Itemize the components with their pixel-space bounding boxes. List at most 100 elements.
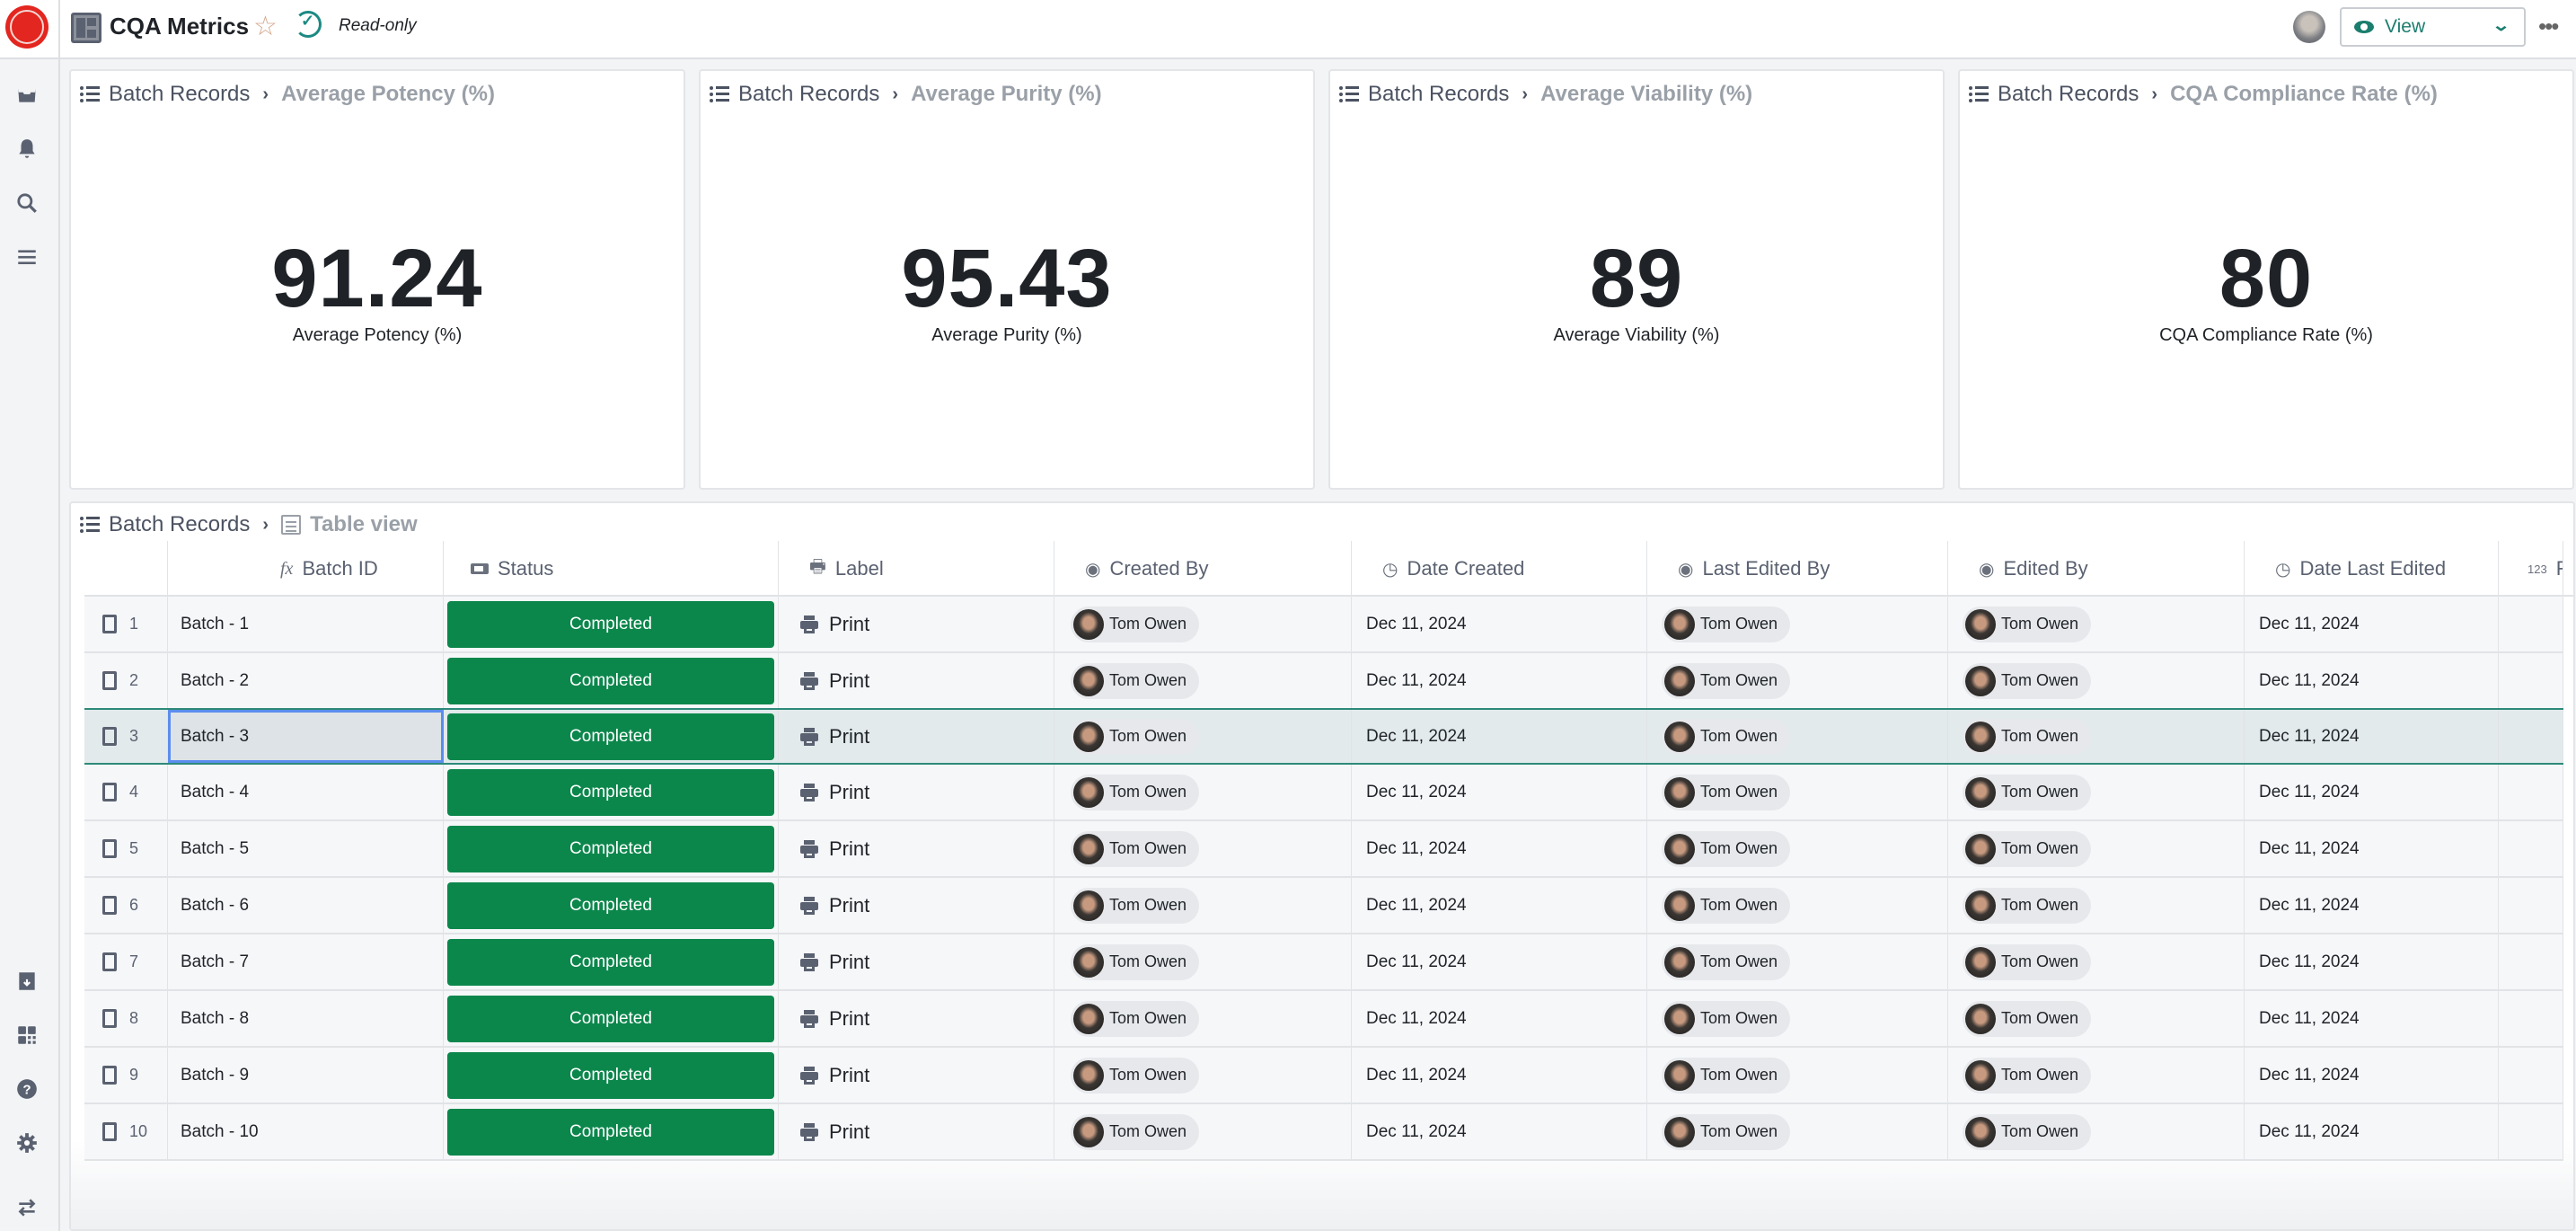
inbox-icon[interactable] [14,83,40,108]
table-row[interactable]: 10 Batch - 10 Completed Print Tom Owen D… [84,1104,2563,1161]
status-cell[interactable]: Completed [444,1048,779,1103]
print-button[interactable]: Print [829,1064,869,1087]
star-icon[interactable]: ☆ [253,11,278,42]
document-icon[interactable] [102,1066,117,1085]
document-icon[interactable] [102,1009,117,1028]
date-created-cell[interactable]: Dec 11, 2024 [1352,934,1647,989]
breadcrumb-root[interactable]: Batch Records [109,82,250,107]
row-number-cell[interactable]: 6 [84,878,168,933]
label-cell[interactable]: Print [779,991,1054,1046]
label-cell[interactable]: Print [779,597,1054,651]
batch-id-cell[interactable]: Batch - 5 [168,821,444,876]
row-number-cell[interactable]: 3 [84,710,168,763]
print-button[interactable]: Print [829,669,869,693]
date-last-edited-cell[interactable]: Dec 11, 2024 [2245,765,2499,819]
batch-id-cell[interactable]: Batch - 3 [168,710,444,763]
document-icon[interactable] [102,952,117,971]
edited-by-cell[interactable]: Tom Owen [1948,1048,2245,1103]
label-cell[interactable]: Print [779,710,1054,763]
truncated-cell[interactable] [2499,653,2563,708]
status-cell[interactable]: Completed [444,934,779,989]
edited-by-cell[interactable]: Tom Owen [1948,1104,2245,1159]
row-number-cell[interactable]: 7 [84,934,168,989]
batch-id-cell[interactable]: Batch - 7 [168,934,444,989]
date-created-cell[interactable]: Dec 11, 2024 [1352,1104,1647,1159]
row-number-cell[interactable]: 4 [84,765,168,819]
created-by-cell[interactable]: Tom Owen [1054,1048,1352,1103]
status-cell[interactable]: Completed [444,878,779,933]
print-button[interactable]: Print [829,1007,869,1031]
date-last-edited-cell[interactable]: Dec 11, 2024 [2245,878,2499,933]
date-last-edited-cell[interactable]: Dec 11, 2024 [2245,934,2499,989]
table-row[interactable]: 5 Batch - 5 Completed Print Tom Owen Dec… [84,821,2563,878]
created-by-cell[interactable]: Tom Owen [1054,1104,1352,1159]
created-by-cell[interactable]: Tom Owen [1054,710,1352,763]
last-edited-by-cell[interactable]: Tom Owen [1647,1104,1948,1159]
table-row[interactable]: 4 Batch - 4 Completed Print Tom Owen Dec… [84,765,2563,821]
column-header-truncated[interactable]: 123 F [2499,541,2563,597]
last-edited-by-cell[interactable]: Tom Owen [1647,710,1948,763]
print-button[interactable]: Print [829,781,869,804]
truncated-cell[interactable] [2499,991,2563,1046]
label-cell[interactable]: Print [779,821,1054,876]
edited-by-cell[interactable]: Tom Owen [1948,653,2245,708]
batch-id-cell[interactable]: Batch - 4 [168,765,444,819]
truncated-cell[interactable] [2499,597,2563,651]
label-cell[interactable]: Print [779,653,1054,708]
print-button[interactable]: Print [829,725,869,748]
status-cell[interactable]: Completed [444,765,779,819]
column-header-label[interactable]: 🖶 Label [779,541,1054,597]
swap-icon[interactable] [14,1195,40,1220]
edited-by-cell[interactable]: Tom Owen [1948,710,2245,763]
created-by-cell[interactable]: Tom Owen [1054,821,1352,876]
status-cell[interactable]: Completed [444,597,779,651]
table-row[interactable]: 1 Batch - 1 Completed Print Tom Owen Dec… [84,597,2563,653]
date-last-edited-cell[interactable]: Dec 11, 2024 [2245,821,2499,876]
view-mode-dropdown[interactable]: View ⌄ [2340,7,2526,47]
print-button[interactable]: Print [829,613,869,636]
row-number-cell[interactable]: 10 [84,1104,168,1159]
last-edited-by-cell[interactable]: Tom Owen [1647,878,1948,933]
status-cell[interactable]: Completed [444,710,779,763]
last-edited-by-cell[interactable]: Tom Owen [1647,934,1948,989]
batch-id-cell[interactable]: Batch - 6 [168,878,444,933]
date-last-edited-cell[interactable]: Dec 11, 2024 [2245,653,2499,708]
batch-id-cell[interactable]: Batch - 9 [168,1048,444,1103]
batch-id-cell[interactable]: Batch - 10 [168,1104,444,1159]
truncated-cell[interactable] [2499,934,2563,989]
date-created-cell[interactable]: Dec 11, 2024 [1352,653,1647,708]
truncated-cell[interactable] [2499,765,2563,819]
date-created-cell[interactable]: Dec 11, 2024 [1352,878,1647,933]
column-header-edited-by[interactable]: ◉ Edited By [1948,541,2245,597]
table-row[interactable]: 3 Batch - 3 Completed Print Tom Owen Dec… [84,708,2563,765]
date-created-cell[interactable]: Dec 11, 2024 [1352,710,1647,763]
document-icon[interactable] [102,839,117,858]
status-cell[interactable]: Completed [444,1104,779,1159]
gear-icon[interactable] [14,1130,40,1156]
status-cell[interactable]: Completed [444,821,779,876]
app-logo[interactable] [5,5,49,49]
truncated-cell[interactable] [2499,821,2563,876]
breadcrumb-root[interactable]: Batch Records [1998,82,2139,107]
batch-id-cell[interactable]: Batch - 8 [168,991,444,1046]
document-icon[interactable] [102,1122,117,1141]
date-last-edited-cell[interactable]: Dec 11, 2024 [2245,597,2499,651]
edited-by-cell[interactable]: Tom Owen [1948,597,2245,651]
last-edited-by-cell[interactable]: Tom Owen [1647,597,1948,651]
print-button[interactable]: Print [829,1120,869,1144]
table-row[interactable]: 6 Batch - 6 Completed Print Tom Owen Dec… [84,878,2563,934]
truncated-cell[interactable] [2499,1104,2563,1159]
table-row[interactable]: 2 Batch - 2 Completed Print Tom Owen Dec… [84,653,2563,710]
table-row[interactable]: 9 Batch - 9 Completed Print Tom Owen Dec… [84,1048,2563,1104]
created-by-cell[interactable]: Tom Owen [1054,991,1352,1046]
column-header-date-last-edited[interactable]: ◷ Date Last Edited [2245,541,2499,597]
truncated-cell[interactable] [2499,1048,2563,1103]
truncated-cell[interactable] [2499,710,2563,763]
edited-by-cell[interactable]: Tom Owen [1948,821,2245,876]
created-by-cell[interactable]: Tom Owen [1054,878,1352,933]
date-created-cell[interactable]: Dec 11, 2024 [1352,765,1647,819]
date-last-edited-cell[interactable]: Dec 11, 2024 [2245,710,2499,763]
last-edited-by-cell[interactable]: Tom Owen [1647,821,1948,876]
bell-icon[interactable] [14,137,40,162]
created-by-cell[interactable]: Tom Owen [1054,597,1352,651]
